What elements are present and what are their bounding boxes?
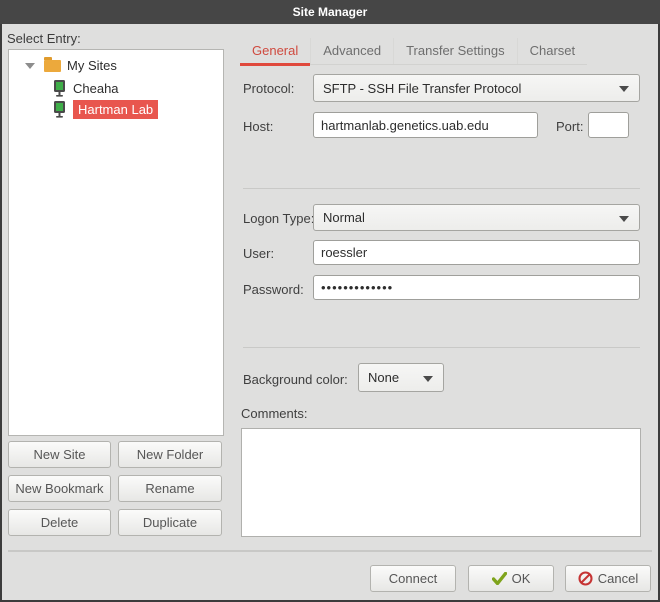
site-manager-dialog: Site Manager Select Entry: My Sites Chea… [0, 0, 660, 602]
tab-transfer-settings[interactable]: Transfer Settings [394, 38, 518, 64]
rename-button[interactable]: Rename [118, 475, 222, 502]
tree-item-cheaha[interactable]: Cheaha [9, 78, 223, 99]
expander-down-icon[interactable] [25, 63, 35, 69]
user-input[interactable] [313, 240, 640, 265]
delete-button[interactable]: Delete [8, 509, 111, 536]
chevron-down-icon [619, 216, 629, 222]
connect-button[interactable]: Connect [370, 565, 456, 592]
separator [243, 188, 640, 189]
select-entry-label: Select Entry: [7, 31, 81, 46]
ok-button[interactable]: OK [468, 565, 554, 592]
tree-item-hartman-lab[interactable]: Hartman Lab [9, 99, 223, 120]
titlebar[interactable]: Site Manager [0, 0, 660, 24]
port-input[interactable] [588, 112, 629, 138]
folder-icon [44, 60, 61, 72]
new-bookmark-button[interactable]: New Bookmark [8, 475, 111, 502]
duplicate-button[interactable]: Duplicate [118, 509, 222, 536]
protocol-value: SFTP - SSH File Transfer Protocol [323, 81, 521, 96]
background-color-value: None [368, 370, 399, 385]
new-folder-button[interactable]: New Folder [118, 441, 222, 468]
background-color-label: Background color: [243, 372, 348, 387]
tab-general[interactable]: General [240, 38, 311, 64]
host-input[interactable] [313, 112, 538, 138]
tab-advanced[interactable]: Advanced [311, 38, 394, 64]
logon-type-label: Logon Type: [243, 211, 314, 226]
separator [8, 550, 652, 552]
cancel-button[interactable]: Cancel [565, 565, 651, 592]
connect-button-label: Connect [389, 571, 437, 586]
server-icon [53, 80, 66, 97]
site-tree[interactable]: My Sites Cheaha Hartman Lab [8, 49, 224, 436]
user-label: User: [243, 246, 274, 261]
logon-type-value: Normal [323, 210, 365, 225]
password-input[interactable] [313, 275, 640, 300]
logon-type-select[interactable]: Normal [313, 204, 640, 231]
server-icon [53, 101, 66, 118]
chevron-down-icon [423, 376, 433, 382]
password-label: Password: [243, 282, 304, 297]
tree-item-label: My Sites [67, 58, 117, 73]
cancel-button-label: Cancel [598, 571, 638, 586]
tree-item-label-selected: Hartman Lab [73, 100, 158, 119]
tab-charset[interactable]: Charset [518, 38, 588, 64]
background-color-select[interactable]: None [358, 363, 444, 392]
cancel-icon [578, 571, 593, 586]
tree-item-my-sites[interactable]: My Sites [9, 55, 223, 76]
window-title: Site Manager [293, 5, 368, 19]
separator [243, 347, 640, 348]
check-icon [492, 572, 507, 585]
protocol-select[interactable]: SFTP - SSH File Transfer Protocol [313, 74, 640, 102]
new-site-button[interactable]: New Site [8, 441, 111, 468]
protocol-label: Protocol: [243, 81, 294, 96]
comments-textarea[interactable] [241, 428, 641, 537]
port-label: Port: [556, 119, 583, 134]
dialog-body: Select Entry: My Sites Cheaha [2, 24, 658, 600]
tab-bar: General Advanced Transfer Settings Chars… [240, 38, 587, 65]
ok-button-label: OK [512, 571, 531, 586]
comments-label: Comments: [241, 406, 307, 421]
host-label: Host: [243, 119, 273, 134]
tree-item-label: Cheaha [73, 81, 119, 96]
chevron-down-icon [619, 86, 629, 92]
